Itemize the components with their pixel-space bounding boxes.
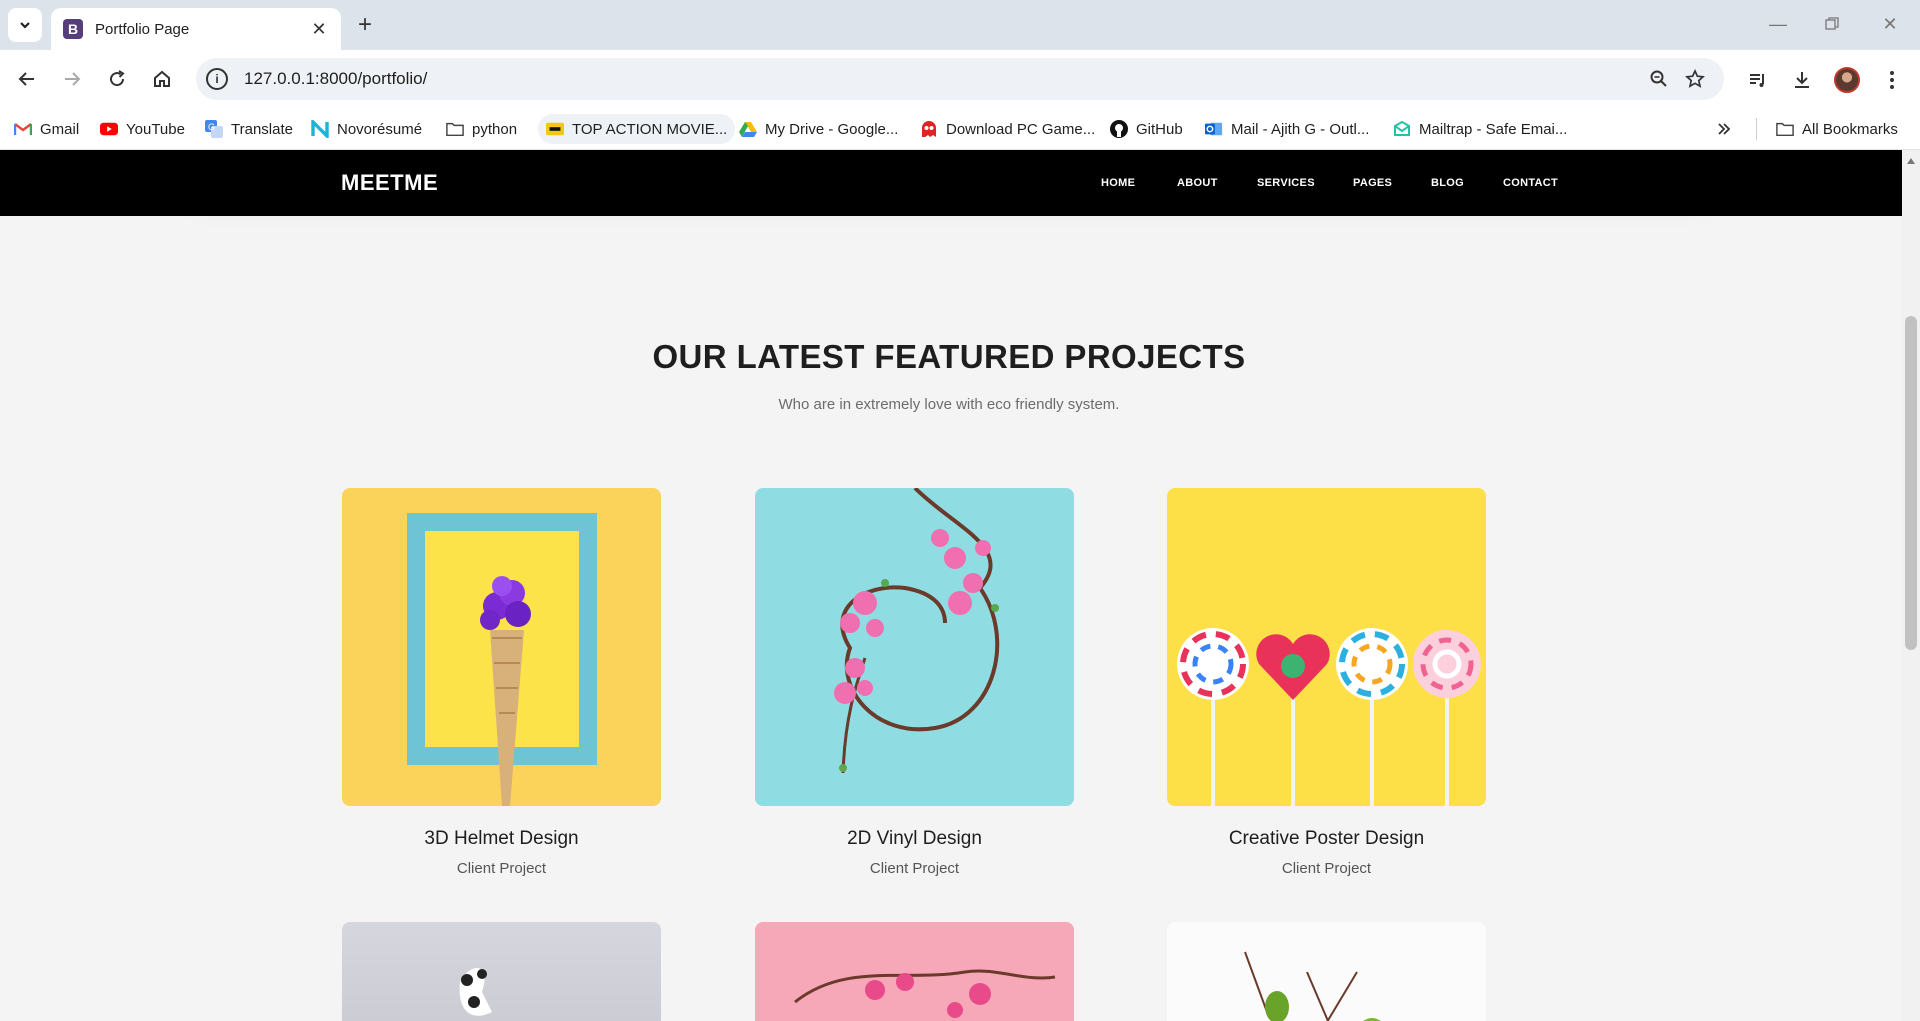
bookmark-star-icon[interactable]	[1680, 64, 1710, 94]
site-navbar: MEETME HOME ABOUT SERVICES PAGES BLOG CO…	[0, 150, 1902, 216]
project-card[interactable]	[755, 922, 1074, 1021]
project-title[interactable]: 2D Vinyl Design	[755, 828, 1074, 850]
bookmark-folder-python[interactable]: python	[446, 114, 517, 144]
translate-icon: G	[205, 120, 223, 138]
project-title[interactable]: Creative Poster Design	[1167, 828, 1486, 850]
close-window-icon[interactable]: ✕	[1878, 12, 1902, 36]
bookmark-label: TOP ACTION MOVIE...	[572, 120, 728, 138]
zoom-icon[interactable]	[1644, 64, 1674, 94]
close-tab-icon[interactable]: ✕	[309, 19, 329, 40]
tab-strip: B Portfolio Page ✕ + — ✕	[0, 0, 1920, 50]
bookmark-translate[interactable]: G Translate	[205, 114, 293, 144]
scroll-up-arrow-icon[interactable]	[1907, 158, 1915, 164]
reload-icon[interactable]	[102, 64, 132, 94]
nav-contact[interactable]: CONTACT	[1503, 177, 1558, 189]
google-drive-icon	[739, 120, 757, 138]
bookmark-novoresume[interactable]: Novorésumé	[311, 114, 422, 144]
bookmark-label: python	[472, 120, 518, 138]
forward-icon[interactable]	[57, 64, 87, 94]
project-card[interactable]: Creative Poster Design Client Project	[1167, 488, 1486, 877]
bookmarks-divider	[1756, 118, 1757, 140]
bookmarks-bar: Gmail YouTube G Translate Novorésumé pyt…	[0, 108, 1920, 150]
outlook-icon	[1205, 120, 1223, 138]
bookmark-label: YouTube	[126, 120, 185, 138]
bookmark-label: Mailtrap - Safe Emai...	[1419, 120, 1568, 138]
section-subtitle: Who are in extremely love with eco frien…	[778, 396, 1120, 413]
project-image-pink-blossoms	[755, 922, 1074, 1021]
back-icon[interactable]	[12, 64, 42, 94]
media-controls-icon[interactable]	[1742, 64, 1774, 96]
site-brand-logo[interactable]: MEETME	[341, 170, 438, 196]
bookmark-download-pc-game[interactable]: Download PC Game...	[920, 114, 1095, 144]
youtube-icon	[100, 120, 118, 138]
bookmark-label: Gmail	[40, 120, 80, 138]
project-image-lollipops	[1167, 488, 1486, 806]
bookmark-label: Translate	[231, 120, 293, 138]
bookmark-mailtrap[interactable]: Mailtrap - Safe Emai...	[1393, 114, 1567, 144]
all-bookmarks-button[interactable]: All Bookmarks	[1776, 114, 1898, 144]
nav-home[interactable]: HOME	[1101, 177, 1135, 189]
scrollbar-thumb[interactable]	[1905, 316, 1917, 650]
folder-icon	[1776, 120, 1794, 138]
project-image-ice-cream-frame	[342, 488, 661, 806]
tab-search-button[interactable]	[8, 8, 42, 42]
nav-services[interactable]: SERVICES	[1257, 177, 1315, 189]
nav-about[interactable]: ABOUT	[1177, 177, 1218, 189]
page-viewport: MEETME HOME ABOUT SERVICES PAGES BLOG CO…	[0, 150, 1920, 1021]
project-image-green-eggs	[1167, 922, 1486, 1021]
project-image-flower-wreath	[755, 488, 1074, 806]
svg-text:G: G	[208, 122, 215, 132]
url-text: 127.0.0.1:8000/portfolio/	[244, 69, 428, 88]
bootstrap-favicon-icon: B	[63, 19, 83, 39]
restore-icon[interactable]	[1820, 12, 1844, 36]
bookmark-label: Novorésumé	[337, 120, 423, 138]
project-card[interactable]: 3D Helmet Design Client Project	[342, 488, 661, 877]
avatar	[1834, 67, 1860, 93]
bookmark-gmail[interactable]: Gmail	[14, 114, 79, 144]
bookmark-github[interactable]: GitHub	[1110, 114, 1183, 144]
chevron-down-icon	[20, 22, 30, 29]
bookmark-label: My Drive - Google...	[765, 120, 899, 138]
project-card[interactable]: 2D Vinyl Design Client Project	[755, 488, 1074, 877]
tab-title: Portfolio Page	[95, 20, 190, 38]
project-card[interactable]	[342, 922, 661, 1021]
gmail-icon	[14, 120, 32, 138]
all-bookmarks-label: All Bookmarks	[1802, 120, 1898, 138]
bookmark-my-drive[interactable]: My Drive - Google...	[739, 114, 898, 144]
project-image-dog	[342, 922, 661, 1021]
browser-tab[interactable]: B Portfolio Page ✕	[51, 8, 341, 50]
project-card[interactable]	[1167, 922, 1486, 1021]
github-icon	[1110, 120, 1128, 138]
project-category: Client Project	[1281, 860, 1372, 877]
address-bar[interactable]: i 127.0.0.1:8000/portfolio/	[196, 58, 1724, 100]
profile-avatar[interactable]	[1831, 64, 1863, 96]
site-info-icon[interactable]: i	[206, 68, 228, 90]
page-scrollbar[interactable]	[1902, 150, 1920, 1021]
project-title[interactable]: 3D Helmet Design	[342, 828, 661, 850]
nav-blog[interactable]: BLOG	[1431, 177, 1464, 189]
nav-pages[interactable]: PAGES	[1353, 177, 1392, 189]
imdb-icon	[546, 120, 564, 138]
menu-kebab-icon[interactable]	[1876, 64, 1908, 96]
bookmark-label: Download PC Game...	[946, 120, 1096, 138]
downloads-icon[interactable]	[1786, 64, 1818, 96]
bookmark-label: Mail - Ajith G - Outl...	[1231, 120, 1370, 138]
minimize-icon[interactable]: —	[1766, 12, 1790, 36]
browser-toolbar: i 127.0.0.1:8000/portfolio/	[0, 50, 1920, 108]
section-title: OUR LATEST FEATURED PROJECTS	[652, 338, 1246, 375]
ghost-game-icon	[920, 120, 938, 138]
home-icon[interactable]	[147, 64, 177, 94]
project-category: Client Project	[456, 860, 547, 877]
more-bookmarks-icon[interactable]	[1716, 114, 1732, 144]
bookmark-label: GitHub	[1136, 120, 1183, 138]
novoresume-icon	[311, 120, 329, 138]
project-category: Client Project	[869, 860, 960, 877]
folder-icon	[446, 120, 464, 138]
bookmark-mail-outlook[interactable]: Mail - Ajith G - Outl...	[1205, 114, 1369, 144]
bookmark-top-action-movie[interactable]: TOP ACTION MOVIE...	[538, 114, 736, 144]
new-tab-button[interactable]: +	[352, 11, 378, 38]
mailtrap-icon	[1393, 120, 1411, 138]
bookmark-youtube[interactable]: YouTube	[100, 114, 185, 144]
